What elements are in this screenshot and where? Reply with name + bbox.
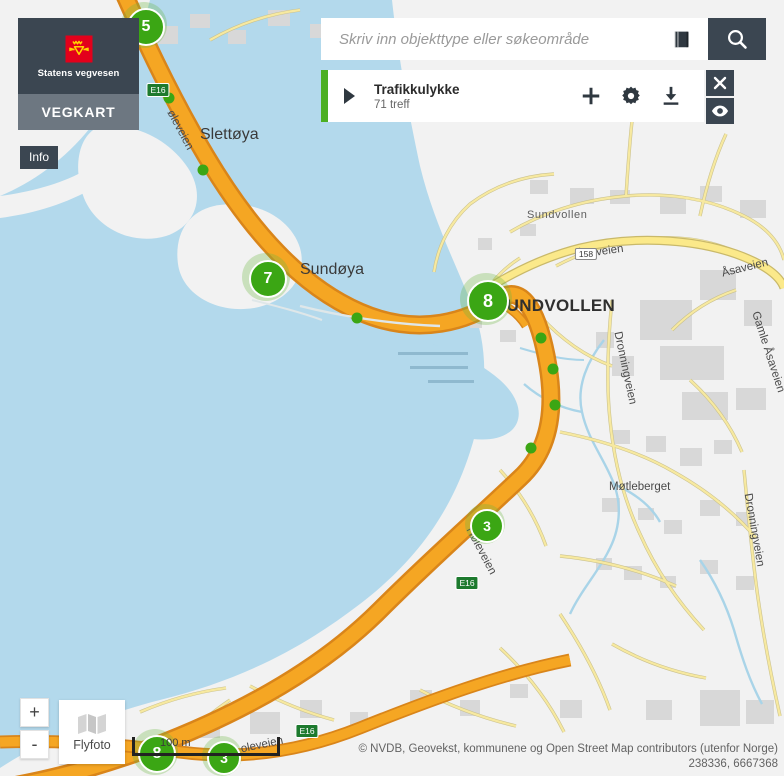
search-button[interactable]: [708, 18, 766, 60]
cluster-count-badge: 7: [249, 260, 287, 298]
accident-point-marker[interactable]: [549, 399, 561, 411]
basemap-toggle-button[interactable]: Flyfoto: [59, 700, 125, 764]
play-triangle-icon: [344, 88, 355, 104]
accident-point-marker[interactable]: [535, 332, 547, 344]
plus-icon[interactable]: [580, 85, 602, 107]
brand-caption: Statens vegvesen: [37, 67, 120, 79]
scale-bar-line: [132, 737, 280, 756]
road-shield: E16: [455, 576, 479, 590]
result-title: Trafikkulykke: [374, 81, 460, 97]
brand-title: VEGKART: [41, 104, 116, 120]
map-coordinates: 238336, 6667368: [688, 758, 778, 770]
result-text-block: Trafikkulykke 71 treff: [370, 82, 580, 111]
map-fold-icon: [78, 713, 106, 734]
attribution-sources: © NVDB, Geovekst, kommunene og Open Stre…: [358, 743, 778, 755]
zoom-in-button[interactable]: +: [20, 698, 49, 727]
road-shield: E16: [295, 724, 319, 738]
basemap-label: Flyfoto: [73, 737, 111, 752]
cluster-count-badge: 8: [467, 280, 509, 322]
cluster-marker[interactable]: 7: [242, 253, 290, 301]
search-input[interactable]: Skriv inn objekttype eller søkeområde: [321, 18, 708, 60]
brand-panel-top: Statens vegvesen: [18, 18, 139, 94]
accident-point-marker[interactable]: [351, 312, 363, 324]
toggle-visibility-button[interactable]: [706, 98, 734, 124]
gear-icon[interactable]: [620, 85, 642, 107]
brand-panel[interactable]: Statens vegvesen VEGKART: [18, 18, 139, 130]
book-icon[interactable]: [670, 28, 694, 50]
road-shield: E16: [146, 83, 170, 97]
result-accent-bar: [321, 70, 328, 122]
eye-icon: [711, 105, 729, 117]
result-actions: [580, 85, 704, 107]
brand-title-bar[interactable]: VEGKART: [18, 94, 139, 130]
road-shield: 158: [574, 248, 598, 260]
cluster-marker[interactable]: 3: [465, 504, 505, 544]
cluster-marker[interactable]: 8: [460, 273, 512, 325]
cluster-count-badge: 3: [470, 509, 504, 543]
result-hit-count: 71 treff: [374, 98, 410, 111]
panel-side-buttons: [706, 70, 734, 126]
info-button[interactable]: Info: [20, 146, 59, 169]
map-attribution: © NVDB, Geovekst, kommunene og Open Stre…: [359, 742, 778, 772]
zoom-out-button[interactable]: -: [20, 730, 49, 759]
accident-point-marker[interactable]: [547, 363, 559, 375]
statens-vegvesen-logo-icon: [65, 35, 92, 62]
scale-bar-label: 100 m: [160, 737, 191, 749]
close-panel-button[interactable]: [706, 70, 734, 96]
search-input-placeholder: Skriv inn objekttype eller søkeområde: [339, 30, 590, 48]
accident-point-marker[interactable]: [525, 442, 537, 454]
accident-point-marker[interactable]: [197, 164, 209, 176]
close-icon: [713, 76, 727, 90]
search-bar: Skriv inn objekttype eller søkeområde: [321, 18, 766, 60]
scale-bar: 100 m: [132, 737, 280, 756]
expand-result-button[interactable]: [328, 87, 370, 105]
vegkart-application: Slettøya Sundøya Sundvollen SUNDVOLLEN Møtle…: [0, 0, 784, 776]
download-icon[interactable]: [660, 85, 682, 107]
result-panel: Trafikkulykke 71 treff: [321, 70, 704, 122]
search-icon: [727, 29, 747, 49]
zoom-controls: + -: [20, 698, 49, 762]
